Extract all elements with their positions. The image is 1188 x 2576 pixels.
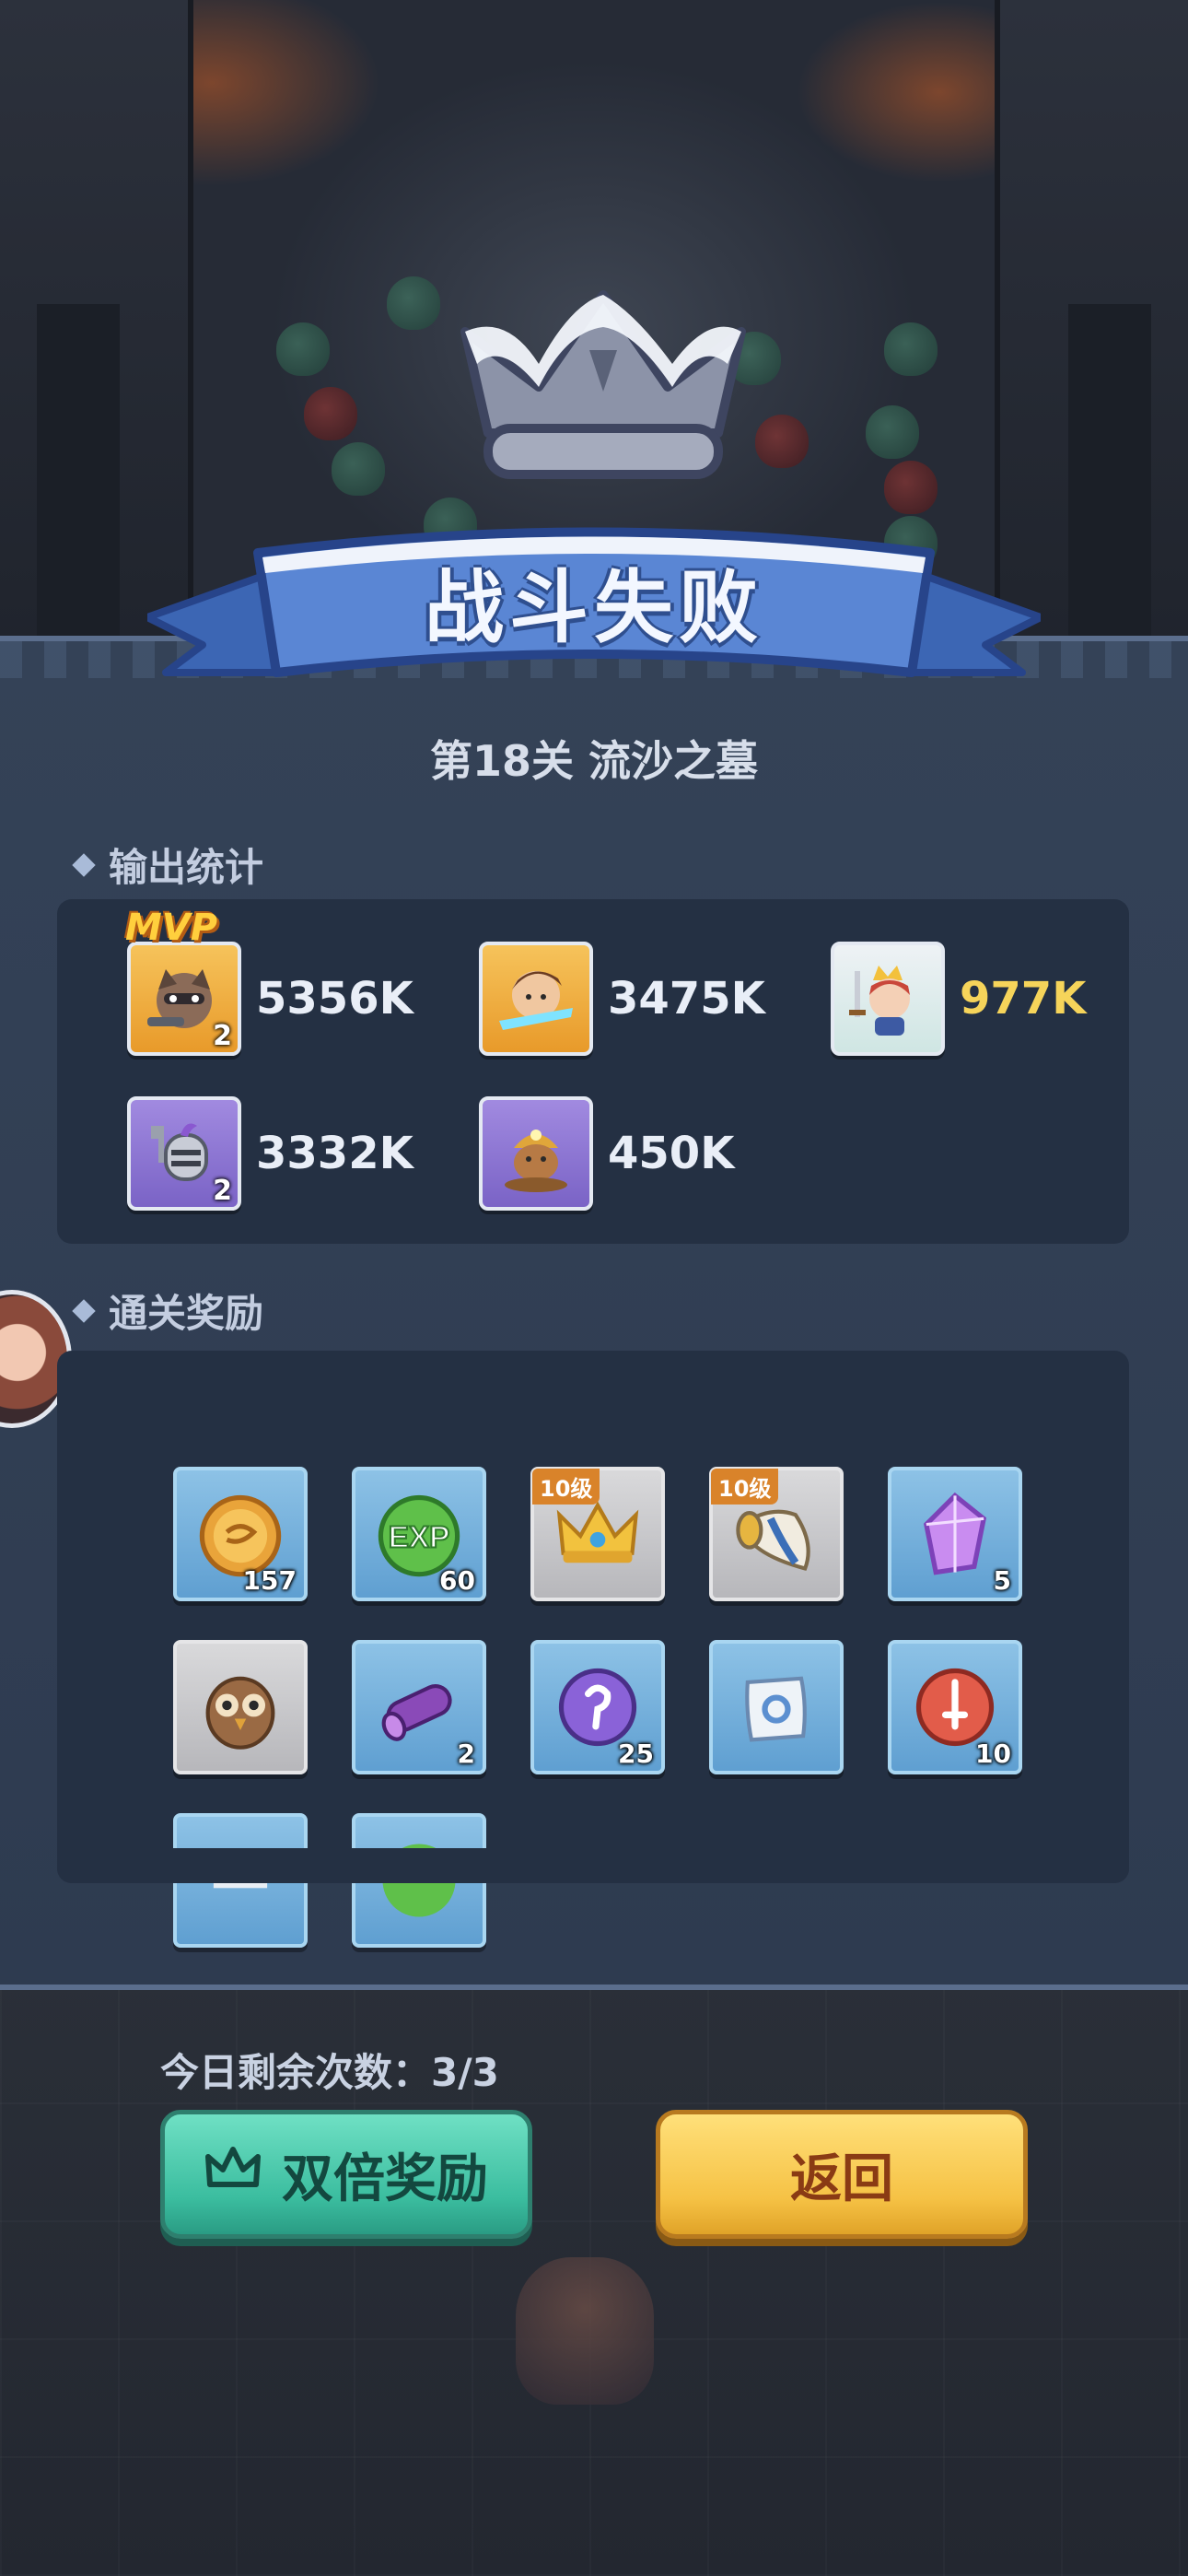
reward-item[interactable] <box>709 1640 844 1774</box>
hero-level: 2 <box>213 1175 232 1207</box>
hero-damage-value: 450K <box>608 1128 735 1179</box>
goblin-enemy <box>304 387 357 440</box>
owl-icon <box>205 1676 275 1750</box>
goblin-enemy <box>276 322 330 376</box>
reward-count: 5 <box>993 1565 1011 1596</box>
pillar-right <box>1068 304 1151 636</box>
rewards-heading: 通关奖励 <box>72 1282 264 1339</box>
defeat-crown-icon <box>460 290 746 479</box>
purple-log-icon <box>381 1684 452 1741</box>
reward-item[interactable]: EXP 60 <box>352 1467 486 1601</box>
hero-damage-value: 977K <box>960 973 1087 1025</box>
goblin-enemy <box>884 322 938 376</box>
hero-avatar[interactable]: MVP 2 <box>125 907 241 1056</box>
crown-icon <box>204 2144 262 2205</box>
double-reward-label: 双倍奖励 <box>282 2149 488 2209</box>
hero-level: 2 <box>213 1020 232 1052</box>
mvp-badge: MVP <box>125 907 218 949</box>
rewards-label: 通关奖励 <box>109 1291 264 1336</box>
hero-avatar[interactable] <box>831 942 945 1056</box>
goblin-enemy <box>755 415 809 468</box>
rewards-box <box>57 1351 1129 1883</box>
reward-count: 60 <box>439 1565 475 1596</box>
little-king-icon <box>849 966 910 1036</box>
hero-damage-entry[interactable]: 450K <box>479 1096 734 1211</box>
hero-damage-entry[interactable]: 3475K <box>479 942 765 1056</box>
stage-title: 第18关 流沙之墓 <box>429 736 759 786</box>
damage-stats-heading: 输出统计 <box>72 837 264 893</box>
purple-crystal-icon <box>923 1492 987 1575</box>
reward-count: 25 <box>618 1739 654 1769</box>
goblin-enemy <box>866 405 919 459</box>
remaining-attempts: 今日剩余次数：3/3 <box>160 2050 499 2095</box>
hero-damage-entry[interactable]: MVP 2 5356K <box>125 907 413 1056</box>
reward-item[interactable]: 10级 <box>709 1467 844 1601</box>
hero-damage-value: 5356K <box>256 973 413 1025</box>
hero-damage-value: 3332K <box>256 1128 413 1179</box>
reward-item[interactable]: 2 <box>352 1640 486 1774</box>
reward-count: 10 <box>975 1739 1011 1769</box>
wind-warrior-icon <box>499 971 573 1030</box>
reward-item[interactable] <box>173 1640 308 1774</box>
diamond-bullet-icon <box>72 852 96 877</box>
goblin-enemy <box>332 442 385 496</box>
hero-damage-entry[interactable]: 2 3332K <box>127 1096 413 1211</box>
reward-item[interactable]: 157 <box>173 1467 308 1601</box>
hero-damage-entry[interactable]: 977K <box>831 942 1086 1056</box>
return-button[interactable]: 返回 <box>656 2110 1028 2239</box>
scroll-icon <box>745 1676 807 1742</box>
reward-item[interactable]: 10级 <box>530 1467 665 1601</box>
reward-count: 157 <box>242 1565 297 1596</box>
hero-avatar[interactable] <box>479 942 593 1056</box>
svg-text:EXP: EXP <box>389 1521 450 1555</box>
level-tag: 10级 <box>711 1469 779 1505</box>
reward-count: 2 <box>457 1739 475 1769</box>
reward-item[interactable]: 5 <box>888 1467 1022 1601</box>
double-reward-button[interactable]: 双倍奖励 <box>160 2110 532 2239</box>
return-label: 返回 <box>790 2149 893 2209</box>
reward-scroll-mask <box>57 1848 1129 1883</box>
goblin-enemy <box>387 276 440 330</box>
hero-damage-value: 3475K <box>608 973 765 1025</box>
level-tag: 10级 <box>532 1469 600 1505</box>
hero-avatar[interactable]: 2 <box>127 1096 241 1211</box>
hero-avatar[interactable] <box>479 1096 593 1211</box>
pillar-left <box>37 304 120 636</box>
goblin-enemy <box>884 461 938 514</box>
miner-mole-icon <box>505 1130 567 1192</box>
reward-item[interactable]: 25 <box>530 1640 665 1774</box>
damage-stats-label: 输出统计 <box>109 845 264 890</box>
diamond-bullet-icon <box>72 1298 96 1323</box>
reward-item[interactable]: 10 <box>888 1640 1022 1774</box>
battle-result-title: 战斗失败 <box>425 561 763 654</box>
player-hero-sprite <box>516 2257 654 2405</box>
